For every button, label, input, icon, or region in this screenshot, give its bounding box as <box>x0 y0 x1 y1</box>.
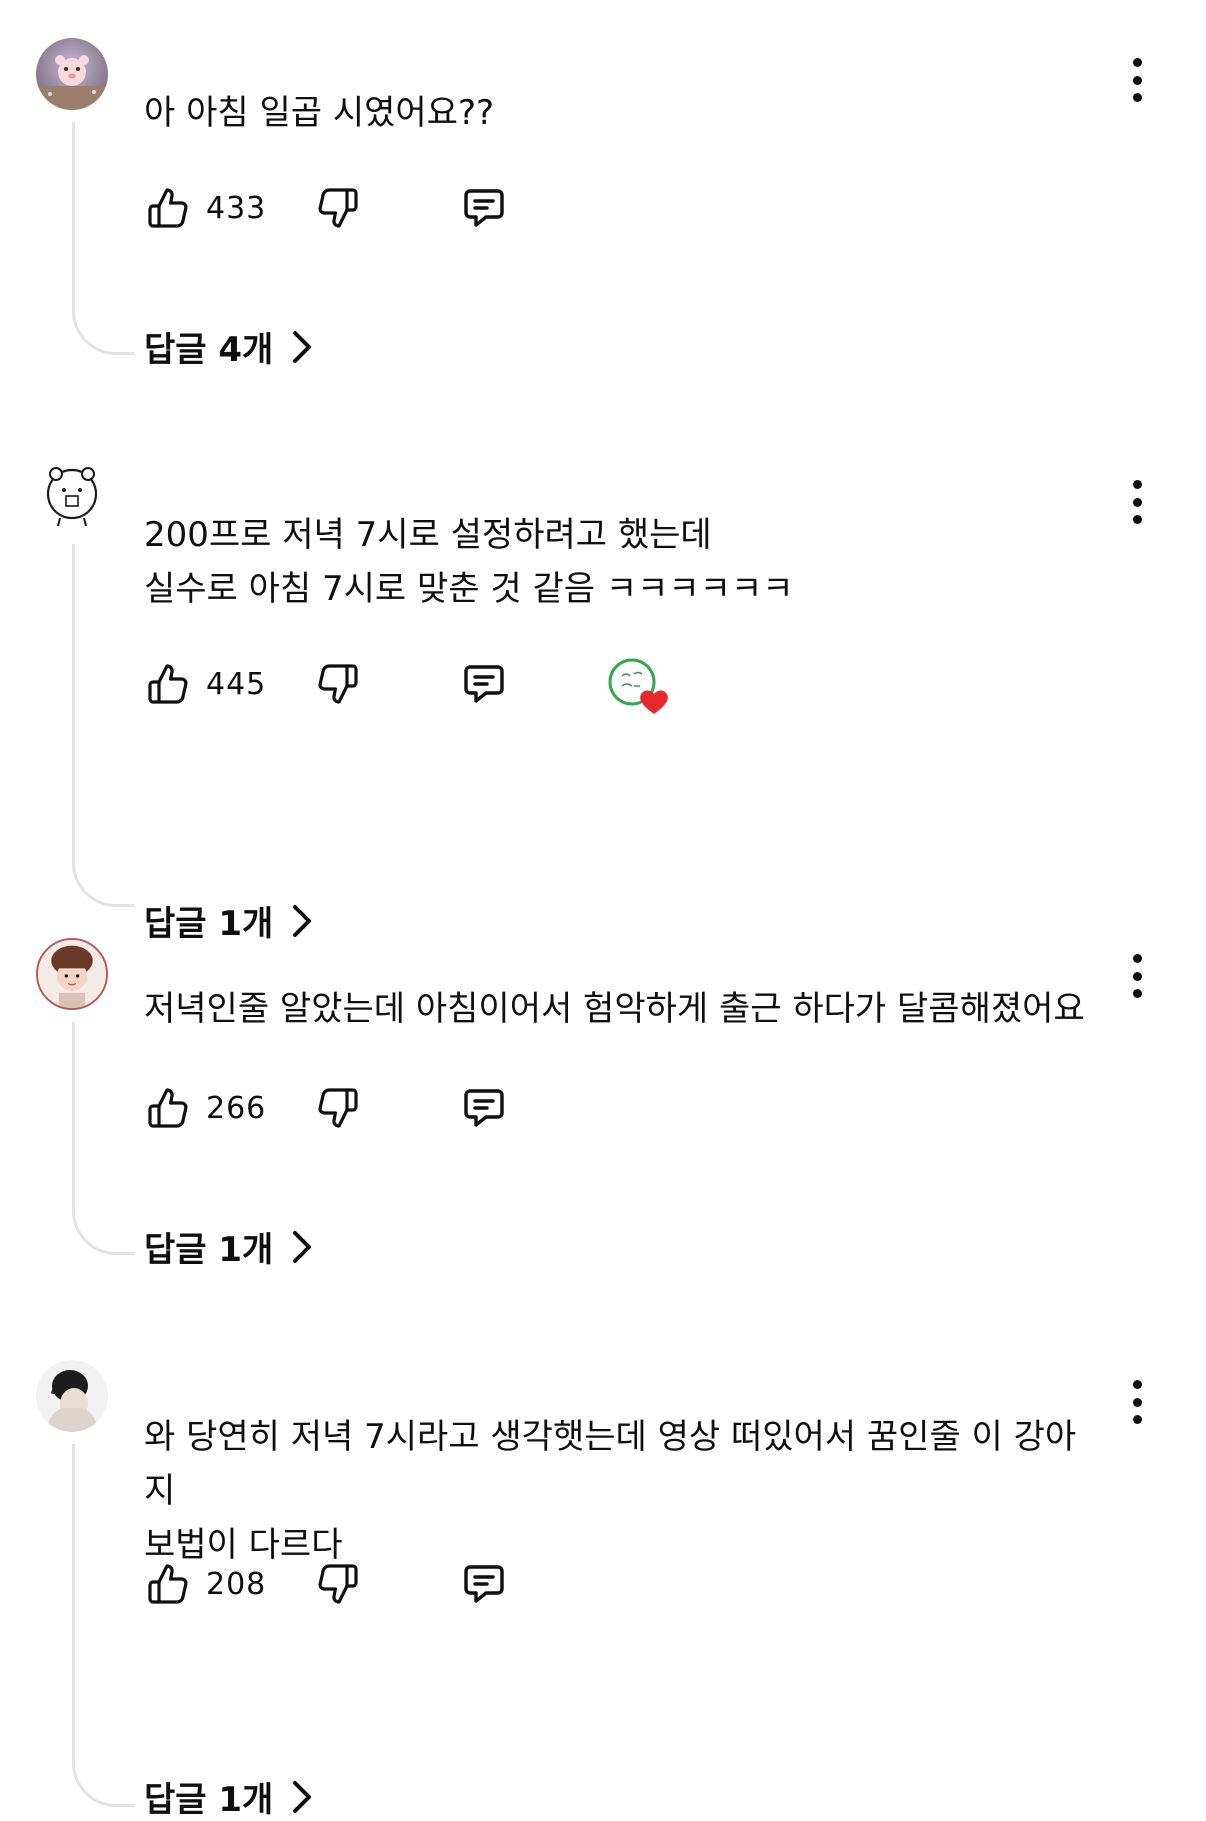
reply-icon <box>464 1089 504 1127</box>
replies-label: 답글 1개 <box>144 1780 274 1820</box>
like-count: 433 <box>206 190 267 226</box>
reply-button[interactable] <box>460 1080 508 1136</box>
avatar[interactable] <box>36 38 108 110</box>
reply-button[interactable] <box>460 180 508 236</box>
thumb-down-icon <box>318 1088 358 1128</box>
dislike-button[interactable] <box>314 1080 362 1136</box>
more-options-button[interactable] <box>1130 1380 1144 1424</box>
dislike-button[interactable] <box>314 656 362 712</box>
chevron-right-icon <box>291 1229 313 1265</box>
like-count: 445 <box>206 666 267 702</box>
dislike-button[interactable] <box>314 1556 362 1612</box>
chevron-right-icon <box>291 903 313 939</box>
more-vert-icon <box>1132 58 1142 67</box>
thumb-down-icon <box>318 1564 358 1604</box>
avatar[interactable] <box>36 938 108 1010</box>
comment-actions: 266 <box>144 1080 744 1136</box>
heart-icon <box>640 690 668 714</box>
more-options-button[interactable] <box>1130 954 1144 998</box>
thumb-up-icon <box>148 1564 188 1604</box>
thumb-up-icon <box>148 664 188 704</box>
view-replies-button[interactable]: 답글 4개 <box>144 322 313 371</box>
more-vert-icon <box>1132 1380 1142 1389</box>
comment-text: 200프로 저녁 7시로 설정하려고 했는데 실수로 아침 7시로 맞춘 것 같… <box>144 515 794 609</box>
comment-text: 저녁인줄 알았는데 아침이어서 험악하게 출근 하다가 달콤해졌어요 <box>144 989 1085 1029</box>
more-options-button[interactable] <box>1130 480 1144 524</box>
avatar[interactable] <box>36 1360 108 1432</box>
comment-text: 아 아침 일곱 시였어요?? <box>144 93 495 133</box>
like-button[interactable]: 208 <box>144 1556 266 1612</box>
like-button[interactable]: 266 <box>144 1080 266 1136</box>
reply-icon <box>464 189 504 227</box>
thumb-up-icon <box>148 188 188 228</box>
reply-button[interactable] <box>460 1556 508 1612</box>
reply-button[interactable] <box>460 656 508 712</box>
view-replies-button[interactable]: 답글 1개 <box>144 896 313 945</box>
view-replies-button[interactable]: 답글 1개 <box>144 1772 313 1821</box>
thread-line <box>72 544 135 907</box>
thread-line <box>72 122 135 355</box>
like-button[interactable]: 433 <box>144 180 266 236</box>
like-count: 266 <box>206 1090 267 1126</box>
reply-icon <box>464 1565 504 1603</box>
replies-label: 답글 4개 <box>144 330 274 370</box>
reply-icon <box>464 665 504 703</box>
thumb-down-icon <box>318 664 358 704</box>
chevron-right-icon <box>291 1779 313 1815</box>
view-replies-button[interactable]: 답글 1개 <box>144 1222 313 1271</box>
comment-actions: 445 <box>144 656 744 714</box>
like-button[interactable]: 445 <box>144 656 266 712</box>
comment-text: 와 당연히 저녁 7시라고 생각햇는데 영상 떠있어서 꿈인줄 이 강아지 보법… <box>144 1417 1077 1565</box>
like-count: 208 <box>206 1566 267 1602</box>
creator-heart-badge <box>608 656 672 720</box>
more-vert-icon <box>1132 954 1142 963</box>
more-vert-icon <box>1132 480 1142 489</box>
dislike-button[interactable] <box>314 180 362 236</box>
thread-line <box>72 1022 135 1255</box>
thumb-up-icon <box>148 1088 188 1128</box>
replies-label: 답글 1개 <box>144 904 274 944</box>
thread-line <box>72 1444 135 1807</box>
comment-actions: 208 <box>144 1556 744 1612</box>
avatar[interactable] <box>36 460 108 532</box>
comment-actions: 433 <box>144 180 744 236</box>
replies-label: 답글 1개 <box>144 1230 274 1270</box>
chevron-right-icon <box>291 329 313 365</box>
thumb-down-icon <box>318 188 358 228</box>
more-options-button[interactable] <box>1130 58 1144 102</box>
